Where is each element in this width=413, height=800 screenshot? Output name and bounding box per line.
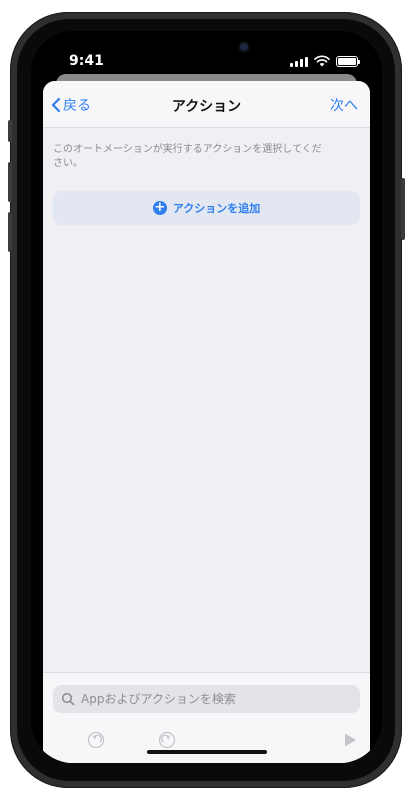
search-bar[interactable] bbox=[53, 685, 360, 713]
status-icons bbox=[290, 55, 360, 67]
add-action-label: アクションを追加 bbox=[172, 202, 261, 215]
description-text: このオートメーションが実行するアクションを選択してください。 bbox=[53, 144, 322, 169]
status-bar: 9:41 bbox=[31, 31, 382, 75]
status-time: 9:41 bbox=[69, 53, 104, 69]
next-button[interactable]: 次へ bbox=[330, 95, 358, 115]
undo-icon[interactable] bbox=[87, 731, 105, 749]
page-title: アクション bbox=[171, 99, 242, 115]
mute-switch bbox=[8, 120, 12, 142]
redo-icon[interactable] bbox=[158, 731, 176, 749]
wifi-icon bbox=[314, 55, 330, 67]
play-icon[interactable] bbox=[341, 731, 359, 749]
cellular-signal-icon bbox=[290, 57, 308, 67]
screen: 9:41 戻る アクション 次へ このオートメーションが実行するアクションを選択… bbox=[31, 31, 382, 763]
side-button bbox=[401, 178, 405, 240]
actions-sheet: 戻る アクション 次へ このオートメーションが実行するアクションを選択してくださ… bbox=[43, 81, 370, 763]
front-camera bbox=[240, 43, 248, 51]
add-action-button[interactable]: + アクションを追加 bbox=[53, 191, 360, 225]
volume-down-button bbox=[8, 212, 12, 252]
search-input[interactable] bbox=[79, 691, 353, 707]
battery-icon bbox=[336, 56, 360, 67]
plus-circle-icon: + bbox=[152, 200, 167, 215]
navigation-bar: 戻る アクション 次へ bbox=[43, 81, 370, 128]
home-indicator[interactable] bbox=[147, 750, 267, 754]
search-icon bbox=[61, 692, 75, 706]
volume-up-button bbox=[8, 162, 12, 202]
